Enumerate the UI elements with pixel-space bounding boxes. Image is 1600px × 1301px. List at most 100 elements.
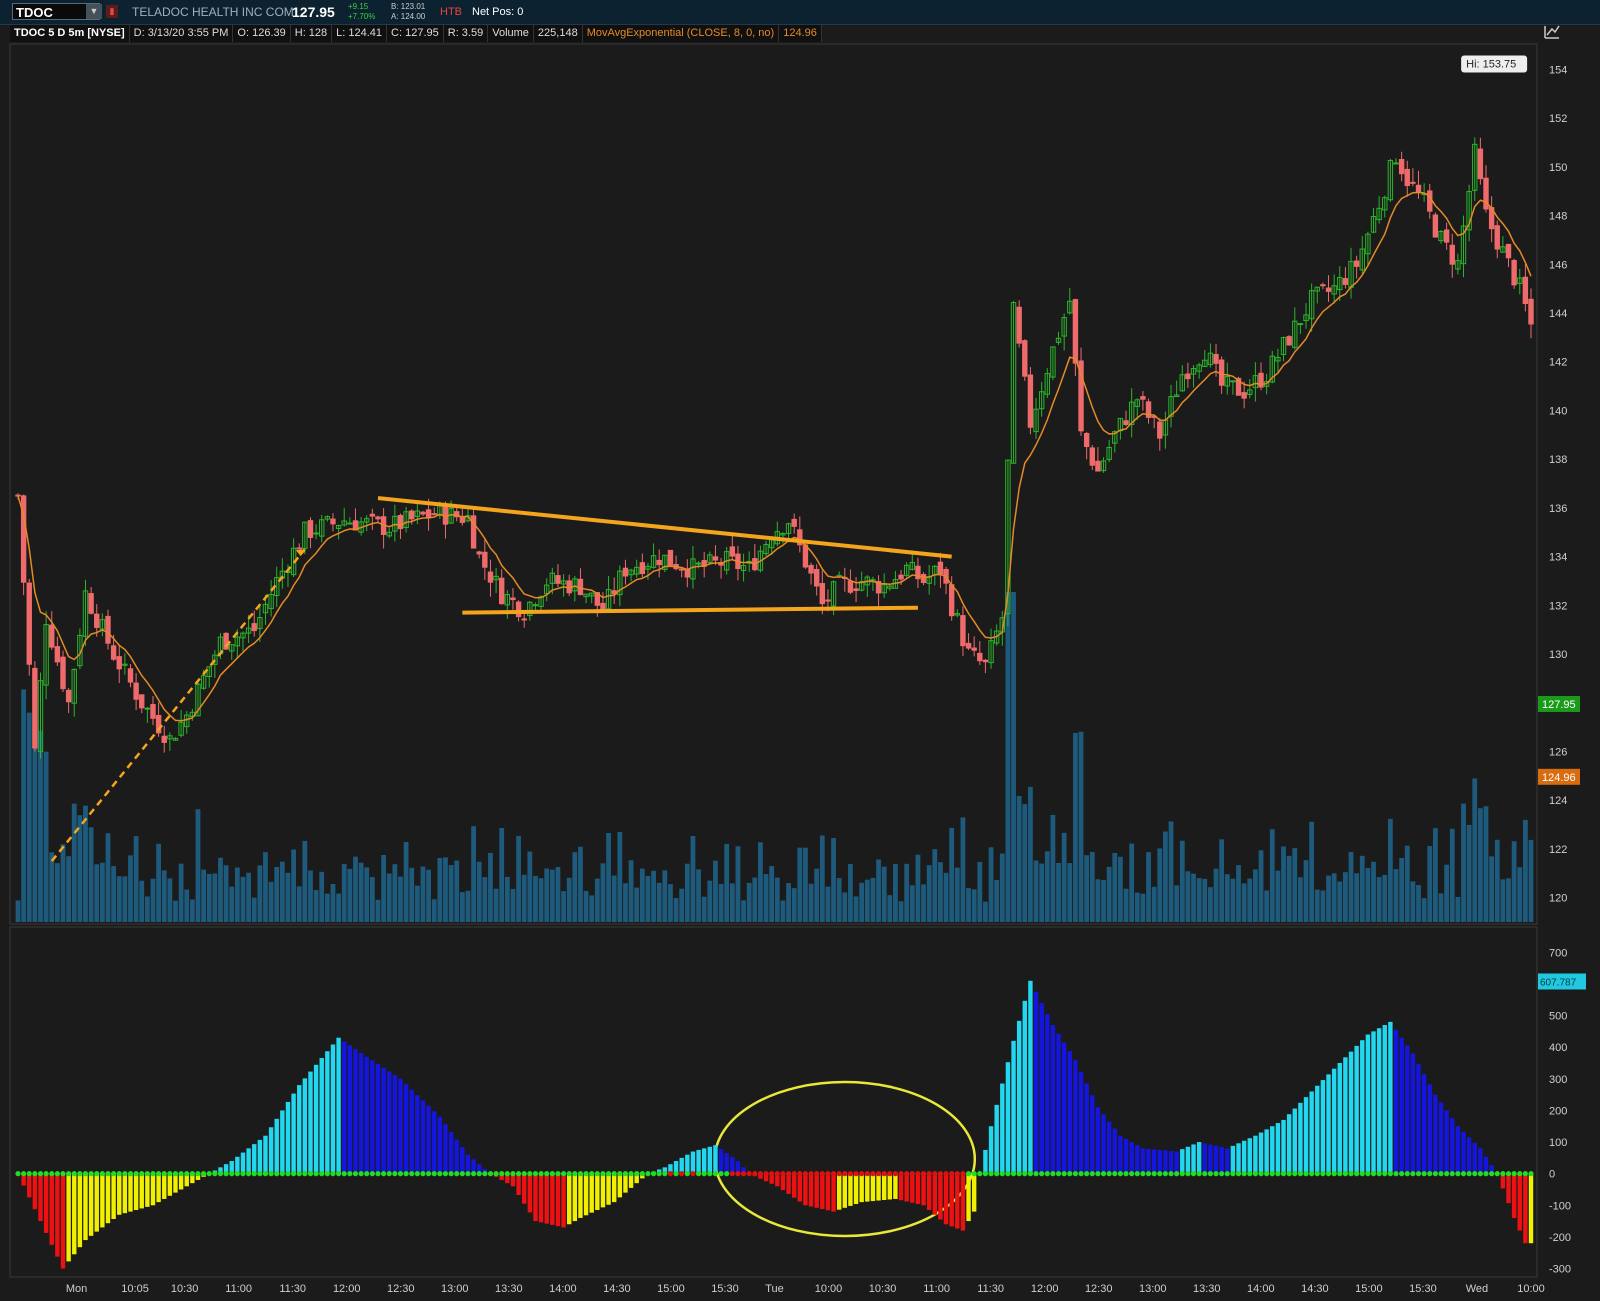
volume-bar (729, 883, 735, 922)
candle-body (65, 689, 72, 703)
volume-bar (111, 866, 117, 922)
histogram-bar (887, 1173, 893, 1200)
squeeze-dot (437, 1171, 443, 1177)
volume-bar (1359, 855, 1365, 922)
candle-body (386, 531, 392, 537)
chart-style-icon[interactable] (1544, 25, 1560, 39)
price-tick-label: 122 (1549, 844, 1567, 856)
histogram-bar (1286, 1114, 1292, 1174)
squeeze-dot (285, 1171, 291, 1177)
candle-body (1269, 355, 1275, 383)
volume-bar (291, 849, 297, 922)
candle-body (1247, 389, 1253, 395)
histogram-bar (718, 1149, 724, 1174)
volume-bar (938, 862, 943, 922)
squeeze-dot (476, 1171, 482, 1177)
squeeze-dot (1370, 1171, 1377, 1177)
histogram-bar (1365, 1034, 1371, 1174)
squeeze-dot (206, 1171, 212, 1177)
squeeze-info-bar: TTM_Squeeze (CLOSE, 20, 1.5, 2.0, 1.0) 60… (10, 929, 286, 946)
volume-bar (1196, 878, 1202, 922)
candle-body (319, 519, 325, 537)
squeeze-dot (904, 1171, 910, 1177)
histogram-bar (1393, 1029, 1399, 1174)
squeeze-dot (977, 1171, 983, 1177)
squeeze-dot (763, 1171, 769, 1177)
volume-bar (1056, 862, 1061, 922)
candle-body (656, 559, 662, 566)
histogram-bar (1528, 1173, 1534, 1244)
candle-body (881, 584, 887, 594)
price-pane (9, 43, 1538, 925)
histogram-bar (1174, 1151, 1179, 1174)
squeeze-label[interactable]: TTM_Squeeze (CLOSE, 20, 1.5, 2.0, 1.0) (10, 929, 222, 946)
ema-label[interactable]: MovAvgExponential (CLOSE, 8, 0, no) (582, 25, 780, 42)
candle-body (915, 565, 921, 580)
candle-body (403, 511, 409, 529)
volume-bar (465, 890, 471, 922)
volume-bar (1393, 869, 1399, 922)
volume-bar (99, 862, 105, 922)
candle-body (982, 659, 989, 663)
candle-body (555, 575, 561, 584)
time-tick-label: 10:30 (869, 1283, 897, 1295)
histogram-bar (1090, 1095, 1095, 1174)
candle-body (701, 560, 707, 567)
histogram-bar (246, 1148, 251, 1174)
candle-body (1123, 420, 1129, 425)
squeeze-dot (296, 1171, 302, 1177)
squeeze-dot (679, 1171, 685, 1177)
squeeze-dot (94, 1171, 100, 1177)
histogram-bar (1511, 1173, 1517, 1218)
symbol-dropdown-icon[interactable]: ▼ (86, 4, 102, 19)
histogram-bar (1320, 1080, 1326, 1174)
candle-body (768, 539, 775, 549)
squeeze-dot (549, 1171, 555, 1177)
volume-bar (1365, 867, 1371, 922)
histogram-bar (55, 1173, 60, 1257)
candle-body (684, 568, 691, 578)
volume-label[interactable]: Volume (488, 25, 534, 42)
histogram-bar (1360, 1040, 1365, 1174)
time-tick-label: 12:30 (1085, 1283, 1113, 1295)
chart-canvas[interactable]: 120 122 124 126 128 130 132 134 136 138 140 142 144 1… (0, 0, 1600, 1301)
histogram-bar (612, 1173, 617, 1203)
candle-body (1241, 392, 1247, 399)
histogram-bar (1219, 1147, 1224, 1174)
chart-title[interactable]: TDOC 5 D 5m [NYSE] (10, 25, 130, 42)
volume-bar (324, 893, 330, 922)
volume-bar (1213, 868, 1219, 922)
candle-body (572, 578, 578, 592)
volume-bar (1269, 829, 1275, 922)
squeeze-dot (1382, 1171, 1388, 1177)
alert-flag-icon[interactable]: ▮ (106, 5, 118, 18)
histogram-bar (1112, 1128, 1117, 1174)
histogram-bar (949, 1173, 954, 1227)
histogram-bar (786, 1173, 791, 1194)
histogram-bar (505, 1173, 510, 1184)
histogram-bar (966, 1173, 971, 1222)
volume-bar (274, 866, 280, 922)
volume-bar (662, 870, 668, 922)
candle-body (245, 627, 252, 634)
histogram-bar (229, 1161, 234, 1174)
squeeze-dot (1314, 1171, 1320, 1177)
volume-bar (791, 888, 797, 922)
squeeze-dot (971, 1171, 977, 1177)
squeeze-dot (201, 1171, 207, 1177)
volume-bar (1337, 881, 1343, 922)
squeeze-dot (116, 1171, 122, 1177)
histogram-bar (1129, 1142, 1134, 1174)
volume-bar (1241, 883, 1247, 922)
squeeze-dot (667, 1171, 674, 1177)
candle-body (1100, 460, 1107, 472)
volume-bar (1410, 881, 1416, 922)
histogram-bar (673, 1161, 679, 1174)
squeeze-dot (161, 1171, 167, 1177)
histogram-bar (100, 1173, 105, 1228)
squeeze-dot (448, 1171, 454, 1177)
volume-bar (94, 864, 100, 922)
histogram-bar (1495, 1173, 1500, 1175)
histogram-bar (1056, 1033, 1061, 1174)
volume-bar (1022, 804, 1028, 922)
